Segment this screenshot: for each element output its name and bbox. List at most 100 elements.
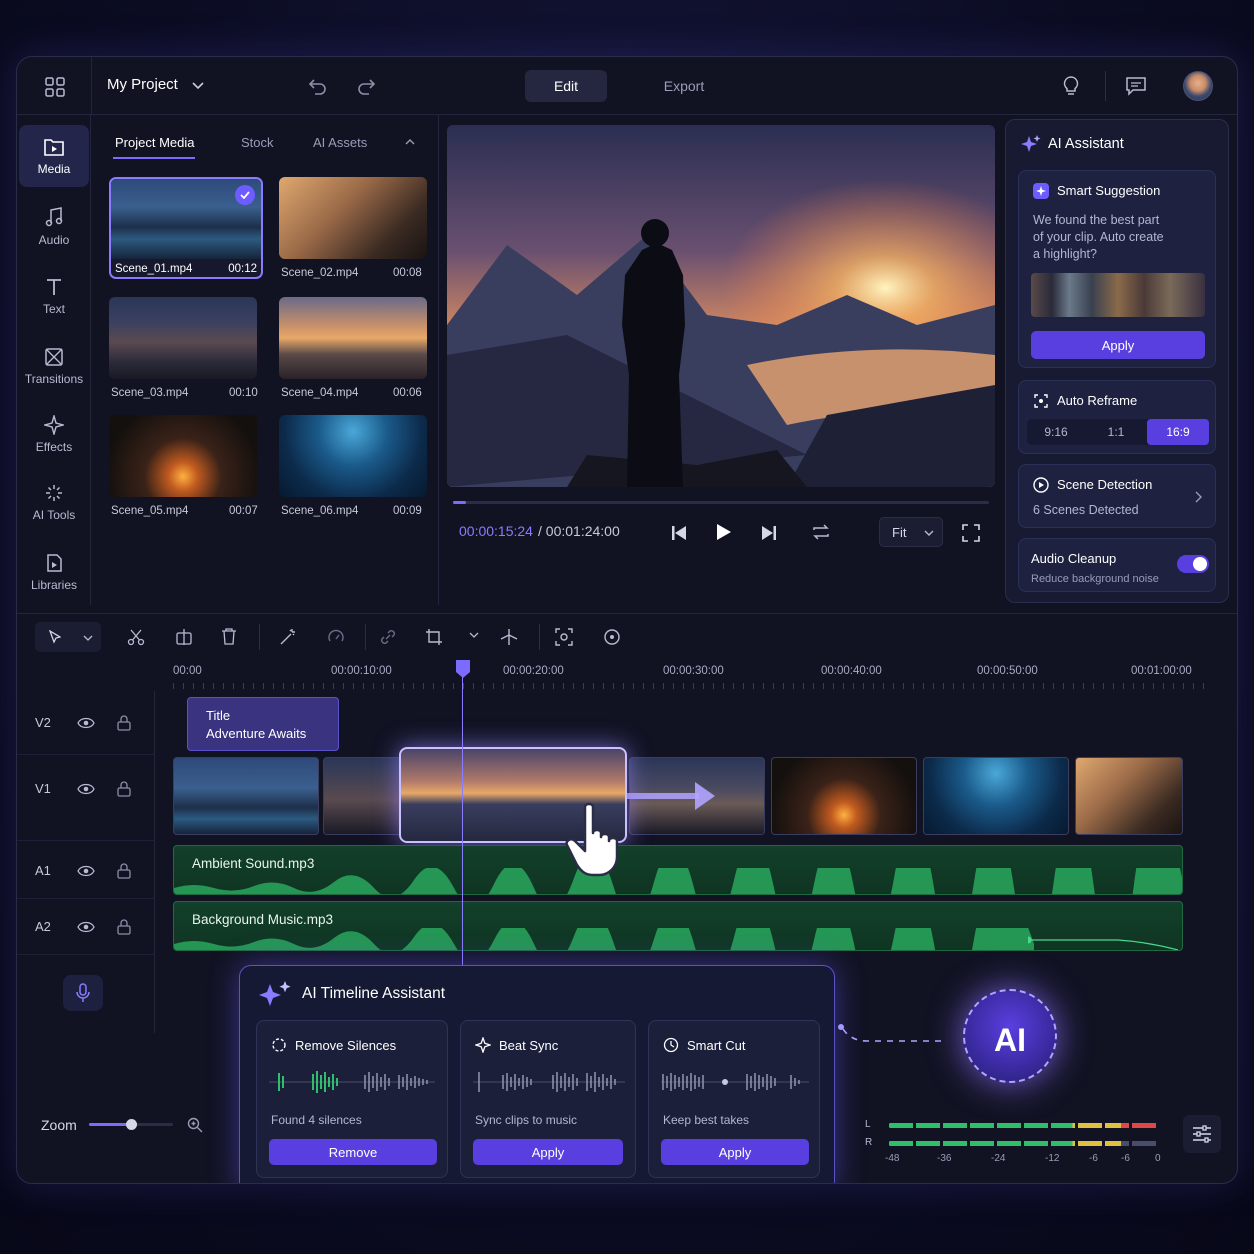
- smart-cut-apply-button[interactable]: Apply: [661, 1139, 809, 1165]
- lightbulb-icon[interactable]: [1059, 74, 1083, 98]
- beat-sync-apply-button[interactable]: Apply: [473, 1139, 623, 1165]
- magic-wand-icon[interactable]: [279, 628, 297, 646]
- media-clip[interactable]: [279, 415, 427, 497]
- crop-icon[interactable]: [425, 628, 443, 646]
- ai-assistant-title: AI Assistant: [1048, 136, 1124, 152]
- eye-icon[interactable]: [77, 865, 95, 877]
- smart-suggestion-title: Smart Suggestion: [1057, 183, 1161, 198]
- select-tool[interactable]: [35, 622, 101, 652]
- sidebar-item-libraries[interactable]: Libraries: [19, 541, 89, 603]
- eye-icon[interactable]: [77, 921, 95, 933]
- card-description: Sync clips to music: [475, 1113, 578, 1127]
- meter-channel-label: R: [865, 1137, 873, 1148]
- waveform: [473, 1072, 625, 1092]
- play-icon[interactable]: [713, 521, 735, 543]
- ruler-label: 00:01:00:00: [1131, 665, 1192, 677]
- media-clip[interactable]: [279, 297, 427, 379]
- skip-forward-icon[interactable]: [759, 523, 779, 543]
- video-clip[interactable]: [1075, 757, 1183, 835]
- playback-progress-fill: [453, 501, 467, 504]
- edit-tab[interactable]: Edit: [525, 70, 607, 102]
- ai-cut-icon[interactable]: [499, 627, 519, 647]
- fullscreen-icon[interactable]: [959, 521, 983, 545]
- ruler-ticks: [173, 683, 1213, 689]
- microphone-button[interactable]: [63, 975, 103, 1011]
- lock-icon[interactable]: [117, 715, 131, 731]
- remove-button[interactable]: Remove: [269, 1139, 437, 1165]
- aspect-option-16-9[interactable]: 16:9: [1147, 419, 1209, 445]
- top-bar: My Project Edit Export: [17, 57, 1237, 115]
- track-header-a1: A1: [17, 841, 155, 899]
- ai-badge[interactable]: AI: [963, 989, 1057, 1083]
- lock-icon[interactable]: [117, 781, 131, 797]
- aspect-option-1-1[interactable]: 1:1: [1087, 419, 1145, 445]
- redo-icon[interactable]: [355, 75, 377, 97]
- undo-icon[interactable]: [307, 75, 329, 97]
- tab-project-media[interactable]: Project Media: [115, 135, 194, 150]
- scissors-icon[interactable]: [127, 628, 145, 646]
- snapshot-icon[interactable]: [555, 628, 573, 646]
- track-label: A2: [35, 919, 51, 934]
- eye-icon[interactable]: [77, 717, 95, 729]
- lock-icon[interactable]: [117, 863, 131, 879]
- chevron-down-icon[interactable]: [189, 77, 207, 95]
- video-clip[interactable]: [771, 757, 917, 835]
- tab-stock[interactable]: Stock: [241, 135, 274, 150]
- scene-detection-card[interactable]: Scene Detection 6 Scenes Detected: [1018, 464, 1216, 528]
- tab-ai-assets[interactable]: AI Assets: [313, 135, 367, 150]
- target-icon[interactable]: [603, 628, 621, 646]
- audio-clip-music[interactable]: Background Music.mp3: [173, 901, 1183, 951]
- zoom-in-icon[interactable]: [187, 1117, 203, 1133]
- sidebar-item-ai-tools[interactable]: AI Tools: [19, 471, 89, 533]
- trash-icon[interactable]: [221, 627, 237, 645]
- link-icon[interactable]: [379, 628, 397, 646]
- scene-detection-subtitle: 6 Scenes Detected: [1033, 503, 1139, 517]
- video-clip[interactable]: [323, 757, 407, 835]
- sidebar-item-media[interactable]: Media: [19, 125, 89, 187]
- chevron-up-icon[interactable]: [403, 135, 417, 149]
- lock-icon[interactable]: [117, 919, 131, 935]
- track-header-record: [17, 955, 155, 1033]
- playhead-handle[interactable]: [455, 659, 471, 679]
- zoom-slider[interactable]: [89, 1119, 173, 1130]
- media-clip-selected[interactable]: Scene_01.mp4 00:12: [109, 177, 263, 279]
- audio-clip-ambient[interactable]: Ambient Sound.mp3: [173, 845, 1183, 895]
- audio-clip-name: Background Music.mp3: [192, 912, 334, 927]
- chevron-down-icon[interactable]: [469, 632, 479, 638]
- timeline-toolbar: [17, 613, 1237, 659]
- meter-scale-label: -6: [1089, 1153, 1098, 1164]
- timeline-ruler[interactable]: 00:00 00:00:10:00 00:00:20:00 00:00:30:0…: [157, 659, 1237, 689]
- fit-dropdown[interactable]: Fit: [879, 517, 943, 547]
- speed-icon[interactable]: [327, 628, 345, 646]
- sidebar-item-transitions[interactable]: Transitions: [19, 335, 89, 397]
- audio-cleanup-toggle[interactable]: [1177, 555, 1209, 573]
- layout-grid-icon[interactable]: [43, 75, 67, 99]
- media-clip[interactable]: [279, 177, 427, 259]
- skip-back-icon[interactable]: [669, 523, 689, 543]
- video-clip[interactable]: [173, 757, 319, 835]
- split-icon[interactable]: [175, 628, 193, 646]
- smart-suggestion-apply-button[interactable]: Apply: [1031, 331, 1205, 359]
- avatar[interactable]: [1183, 71, 1213, 101]
- project-name[interactable]: My Project: [107, 76, 178, 93]
- mixer-settings-button[interactable]: [1183, 1115, 1221, 1153]
- sidebar-item-effects[interactable]: Effects: [19, 403, 89, 465]
- eye-icon[interactable]: [77, 783, 95, 795]
- ruler-label: 00:00:30:00: [663, 665, 724, 677]
- sidebar-item-audio[interactable]: Audio: [19, 195, 89, 257]
- sidebar-item-text[interactable]: Text: [19, 265, 89, 327]
- title-clip[interactable]: Title Adventure Awaits: [187, 697, 339, 751]
- playback-progress-track[interactable]: [453, 501, 989, 504]
- fade-out-curve[interactable]: [1028, 902, 1183, 951]
- loop-icon[interactable]: [809, 521, 833, 543]
- media-clip[interactable]: [109, 297, 257, 379]
- video-preview[interactable]: [447, 125, 995, 487]
- media-clip[interactable]: [109, 415, 257, 497]
- ruler-label: 00:00:10:00: [331, 665, 392, 677]
- comment-icon[interactable]: [1123, 74, 1149, 98]
- clip-name: Scene_02.mp4: [281, 267, 359, 279]
- aspect-option-9-16[interactable]: 9:16: [1027, 419, 1085, 445]
- zoom-slider-knob[interactable]: [126, 1119, 137, 1130]
- video-clip[interactable]: [923, 757, 1069, 835]
- export-tab[interactable]: Export: [643, 70, 725, 102]
